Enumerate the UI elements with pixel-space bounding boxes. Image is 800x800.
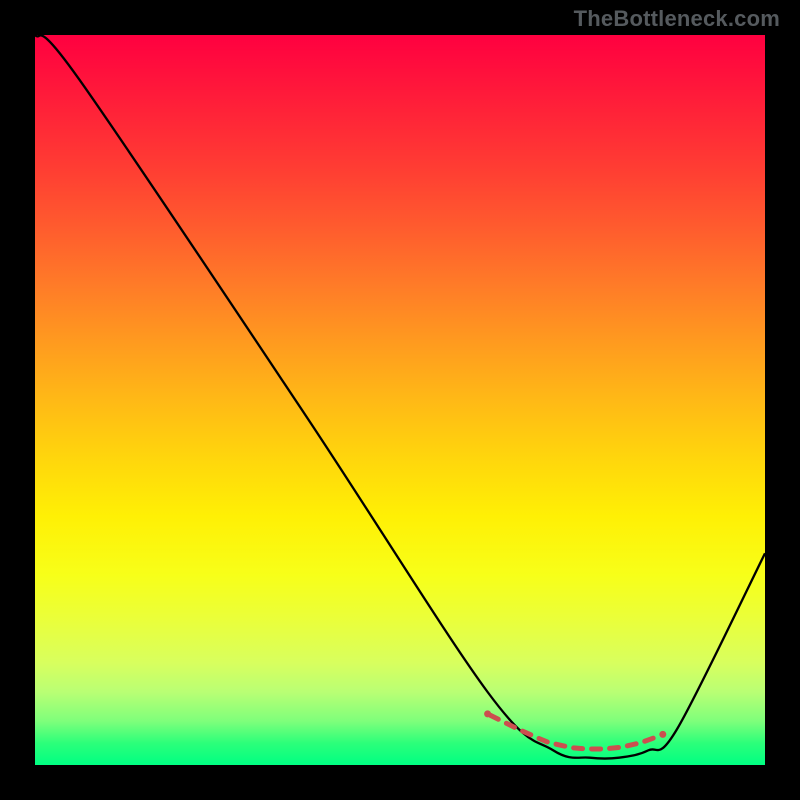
optimal-zone-endpoint [484,710,491,717]
chart-svg [35,35,765,765]
optimal-zone-dash [539,738,547,741]
chart-frame: TheBottleneck.com [0,0,800,800]
optimal-zone-dash [627,744,636,746]
attribution-text: TheBottleneck.com [574,6,780,32]
optimal-zone-marker [484,710,666,749]
optimal-zone-dash [645,738,653,741]
optimal-zone-dash [610,748,619,749]
bottleneck-curve [35,35,765,759]
optimal-zone-dash [490,715,498,719]
optimal-zone-dash [523,731,531,735]
optimal-zone-endpoint [659,731,666,738]
plot-area [35,35,765,765]
optimal-zone-dash [574,748,583,749]
optimal-zone-dash [556,744,565,746]
